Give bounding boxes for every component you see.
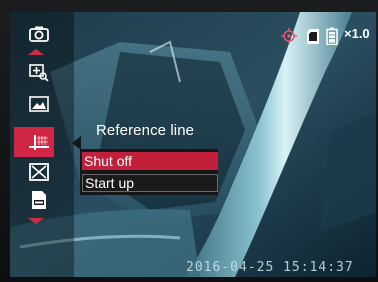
- option-shut-off[interactable]: Shut off: [82, 152, 218, 170]
- close-box-icon[interactable]: [24, 160, 54, 184]
- zoom-level: ×1.0: [344, 26, 370, 41]
- file-icon[interactable]: [24, 188, 54, 212]
- gallery-icon[interactable]: [24, 92, 54, 116]
- submenu-title: Reference line: [96, 122, 195, 139]
- sd-card-icon: [306, 26, 320, 46]
- option-start-up[interactable]: Start up: [82, 174, 218, 192]
- camera-icon[interactable]: [24, 22, 54, 46]
- target-icon: [280, 26, 298, 46]
- timestamp: 2016-04-25 15:14:37: [186, 260, 354, 275]
- scroll-up-arrow-icon[interactable]: [28, 49, 44, 55]
- submenu-pointer: [72, 136, 81, 150]
- battery-icon: [326, 26, 338, 46]
- device-frame: Reference line Shut off Start up ×1.0 20…: [0, 0, 378, 282]
- zoom-in-icon[interactable]: [24, 61, 54, 85]
- scroll-down-arrow-icon[interactable]: [28, 218, 44, 224]
- viewfinder-screen: Reference line Shut off Start up ×1.0 20…: [10, 12, 376, 277]
- reference-line-icon[interactable]: [24, 130, 54, 154]
